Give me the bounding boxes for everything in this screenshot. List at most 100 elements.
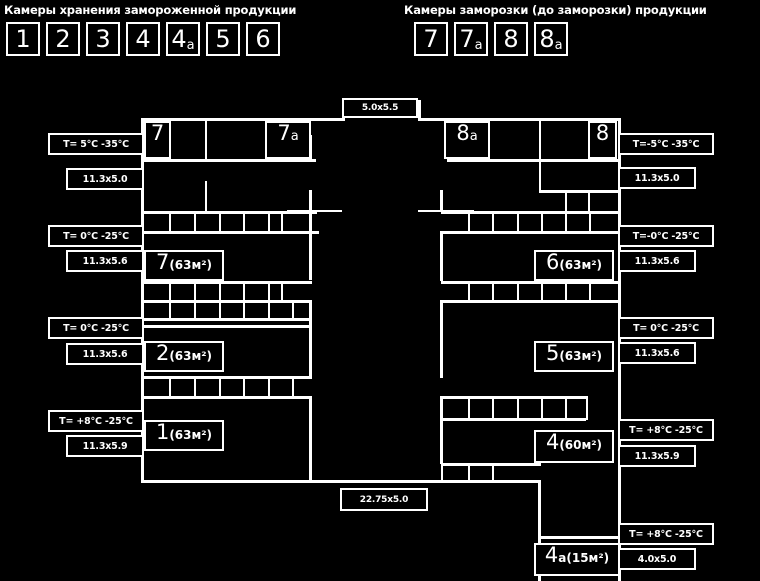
legend-chamber-7[interactable]: 7 [414, 22, 448, 56]
tick-l15 [219, 300, 221, 319]
tick-r0a [565, 190, 567, 211]
room-tag-7-area: (63м²) [169, 258, 213, 272]
room-id-8-num: 8 [595, 121, 610, 145]
tick-r16 [541, 396, 543, 418]
left-temp-label-1-text: T= 5°C -35°C [63, 138, 129, 150]
right-temp-label-4: T= +8°C -25°C [618, 419, 714, 441]
tick-r5 [565, 211, 567, 232]
wall-right-v5 [440, 300, 443, 378]
tick-l18 [292, 300, 294, 319]
tick-r7 [468, 281, 470, 302]
legend-chamber-3-num: 3 [95, 25, 111, 53]
room-tag-4[interactable]: 4 (60м²) [534, 430, 614, 463]
wall-right-v3 [440, 190, 443, 212]
right-temp-label-1: T=-5°C -35°C [618, 133, 714, 155]
tick-r0b [588, 190, 590, 211]
legend-chamber-2[interactable]: 2 [46, 22, 80, 56]
legend-chamber-5-num: 5 [215, 25, 231, 53]
room-tag-4a-area: (15м²) [566, 551, 610, 565]
room-tag-5[interactable]: 5 (63м²) [534, 341, 614, 372]
legend-chamber-8a-num: 8 [539, 25, 555, 53]
left-dim-label-1-text: 11.3x5.0 [82, 173, 128, 185]
room-tag-2-num: 2 [155, 341, 170, 365]
right-temp-label-2-text: T=-0°C -25°C [632, 230, 700, 242]
room-tag-7[interactable]: 7 (63м²) [144, 250, 224, 281]
tick-r1 [468, 211, 470, 232]
wall-right-v9 [586, 396, 588, 420]
center-dim-bottom-text: 22.75x5.0 [359, 494, 409, 505]
tick-l11 [268, 281, 270, 302]
right-dim-label-1: 11.3x5.0 [618, 167, 696, 189]
legend-chamber-4a-num: 4 [171, 25, 187, 53]
room-tag-6[interactable]: 6 (63м²) [534, 250, 614, 281]
right-dim-label-5: 4.0x5.0 [618, 548, 696, 570]
legend-chamber-8[interactable]: 8 [494, 22, 528, 56]
room-tag-1-area: (63м²) [169, 428, 213, 442]
wall-right-h11 [538, 536, 621, 539]
legend-chamber-5[interactable]: 5 [206, 22, 240, 56]
tick-r18 [468, 463, 470, 481]
tick-l12 [281, 281, 283, 302]
legend-chamber-6-num: 6 [255, 25, 271, 53]
left-dim-label-3: 11.3x5.6 [66, 343, 144, 365]
wall-left-v2 [205, 181, 207, 212]
room-id-7a-num: 7 [277, 121, 291, 145]
legend-chamber-4a[interactable]: 4 а [166, 22, 200, 56]
tick-l1 [169, 211, 171, 232]
room-tag-4-num: 4 [545, 430, 560, 454]
tick-l16 [243, 300, 245, 319]
room-tag-1-num: 1 [155, 420, 170, 444]
legend-chamber-6[interactable]: 6 [246, 22, 280, 56]
center-dim-bottom: 22.75x5.0 [340, 488, 428, 511]
wall-top-center-right [418, 100, 421, 121]
room-tag-4a[interactable]: 4 а (15м²) [534, 543, 620, 576]
room-id-8a-sub: а [469, 129, 478, 144]
legend-chamber-4a-sub: а [186, 38, 195, 53]
left-temp-label-3: T= 0°C -25°C [48, 317, 144, 339]
room-tag-1[interactable]: 1 (63м²) [144, 420, 224, 451]
legend-chamber-8a[interactable]: 8 а [534, 22, 568, 56]
room-id-7-num: 7 [150, 121, 165, 145]
room-id-8a[interactable]: 8 а [444, 121, 490, 159]
legend-chamber-4-num: 4 [135, 25, 151, 53]
legend-chamber-4[interactable]: 4 [126, 22, 160, 56]
wall-left-v4 [309, 190, 312, 280]
right-temp-label-5-text: T= +8°C -25°C [629, 528, 703, 540]
left-temp-label-3-text: T= 0°C -25°C [63, 322, 129, 334]
legend-chamber-3[interactable]: 3 [86, 22, 120, 56]
room-tag-5-area: (63м²) [559, 349, 603, 363]
left-header-title: Камеры хранения замороженной продукции [4, 3, 297, 17]
room-tag-2[interactable]: 2 (63м²) [144, 341, 224, 372]
legend-chamber-7-num: 7 [423, 25, 439, 53]
room-id-7a[interactable]: 7 а [265, 121, 311, 159]
tick-l7 [169, 281, 171, 302]
wall-right-v1 [539, 121, 541, 159]
room-id-8[interactable]: 8 [588, 121, 617, 159]
tick-r12 [589, 281, 591, 302]
left-dim-label-2-text: 11.3x5.6 [82, 255, 128, 267]
room-tag-2-area: (63м²) [169, 349, 213, 363]
center-dim-top-text: 5.0x5.5 [361, 103, 399, 113]
room-id-7[interactable]: 7 [144, 121, 171, 159]
left-dim-label-4: 11.3x5.9 [66, 435, 144, 457]
left-temp-label-2: T= 0°C -25°C [48, 225, 144, 247]
tick-l20 [194, 376, 196, 397]
wall-left-v1 [205, 121, 207, 159]
room-tag-6-num: 6 [545, 250, 560, 274]
room-tag-4a-num: 4 [544, 543, 559, 567]
legend-chamber-7a[interactable]: 7 а [454, 22, 488, 56]
legend-chamber-1-num: 1 [15, 25, 31, 53]
tick-l13 [169, 300, 171, 319]
legend-chamber-1[interactable]: 1 [6, 22, 40, 56]
right-dim-label-3-text: 11.3x5.6 [634, 347, 680, 359]
right-chamber-legend: 7 7 а 8 8 а [414, 22, 568, 56]
tick-r4 [541, 211, 543, 232]
tick-r9 [517, 281, 519, 302]
tick-r20 [441, 463, 443, 481]
left-dim-label-4-text: 11.3x5.9 [82, 440, 128, 452]
right-dim-label-3: 11.3x5.6 [618, 342, 696, 364]
left-chamber-legend: 1 2 3 4 4 а 5 6 [6, 22, 280, 56]
right-dim-label-2-text: 11.3x5.6 [634, 255, 680, 267]
right-temp-label-1-text: T=-5°C -35°C [632, 138, 700, 150]
tick-l2 [194, 211, 196, 232]
